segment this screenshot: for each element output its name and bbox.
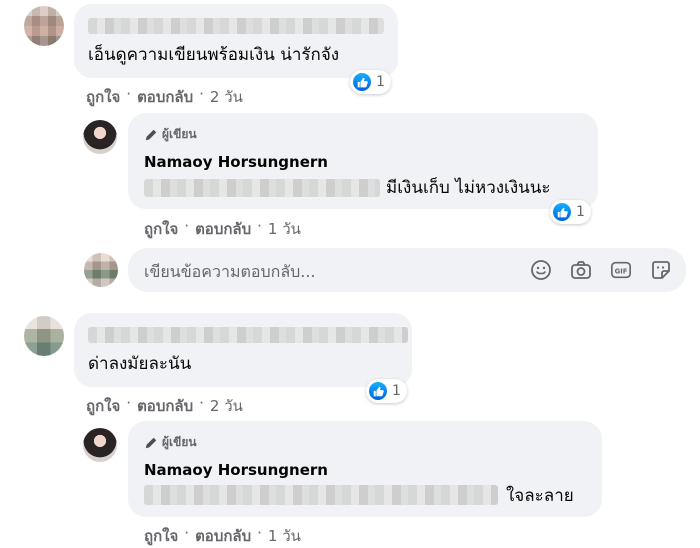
- reaction-count-badge[interactable]: 1: [366, 379, 407, 403]
- separator: ·: [257, 524, 262, 542]
- reply-text: ใจละลาย: [506, 486, 574, 506]
- reply-actions: ถูกใจ · ตอบกลับ · 1 วัน: [144, 217, 301, 241]
- author-badge: ผู้เขียน: [144, 125, 197, 144]
- reply-bubble: ผู้เขียน Namaoy Horsungnern ใจละลาย: [128, 421, 602, 517]
- timestamp[interactable]: 2 วัน: [210, 85, 243, 109]
- reaction-count: 1: [576, 204, 585, 220]
- like-action[interactable]: ถูกใจ: [86, 85, 120, 109]
- reply-action[interactable]: ตอบกลับ: [195, 217, 251, 241]
- like-action[interactable]: ถูกใจ: [144, 524, 178, 548]
- commenter-avatar[interactable]: [24, 316, 64, 356]
- reply-input-box[interactable]: เขียนข้อความตอบกลับ... GIF: [128, 248, 686, 292]
- reply-author-name[interactable]: Namaoy Horsungnern: [144, 461, 328, 480]
- author-badge-label: ผู้เขียน: [162, 127, 197, 141]
- blurred-commenter-name: [88, 18, 384, 34]
- reply-action[interactable]: ตอบกลับ: [137, 85, 193, 109]
- separator: ·: [257, 217, 262, 235]
- camera-icon[interactable]: [570, 259, 592, 281]
- reaction-count-badge[interactable]: 1: [550, 200, 591, 224]
- reply-bubble: ผู้เขียน Namaoy Horsungnern มีเงินเก็บ ไ…: [128, 113, 598, 209]
- separator: ·: [126, 394, 132, 412]
- reaction-count-badge[interactable]: 1: [350, 70, 391, 94]
- svg-text:GIF: GIF: [615, 268, 628, 276]
- pencil-icon: [145, 129, 157, 140]
- author-badge-label: ผู้เขียน: [162, 435, 197, 449]
- comment-bubble: ด่าลงมัยละนัน: [74, 313, 412, 387]
- like-icon: [553, 203, 571, 221]
- reply-author-name[interactable]: Namaoy Horsungnern: [144, 153, 328, 172]
- like-action[interactable]: ถูกใจ: [86, 394, 120, 418]
- comment-actions: ถูกใจ · ตอบกลับ · 2 วัน: [86, 85, 243, 109]
- blurred-tagged-name: [144, 179, 380, 197]
- blurred-commenter-name: [88, 327, 408, 343]
- reply-action[interactable]: ตอบกลับ: [137, 394, 193, 418]
- gif-icon[interactable]: GIF: [610, 259, 632, 281]
- separator: ·: [126, 85, 132, 103]
- comment-text: เอ็นดูความเขียนพร้อมเงิน น่ารักจัง: [88, 45, 340, 65]
- timestamp[interactable]: 2 วัน: [210, 394, 243, 418]
- like-icon: [353, 73, 371, 91]
- commenter-avatar[interactable]: [24, 6, 64, 46]
- author-avatar[interactable]: [83, 428, 117, 462]
- separator: ·: [184, 524, 190, 542]
- comment-bubble: เอ็นดูความเขียนพร้อมเงิน น่ารักจัง: [74, 4, 398, 78]
- author-badge: ผู้เขียน: [144, 433, 197, 452]
- reply-text: มีเงินเก็บ ไม่หวงเงินนะ: [386, 178, 551, 198]
- sticker-icon[interactable]: [650, 259, 672, 281]
- separator: ·: [199, 85, 204, 103]
- reply-input[interactable]: เขียนข้อความตอบกลับ...: [144, 260, 316, 285]
- author-avatar[interactable]: [83, 120, 117, 154]
- separator: ·: [199, 394, 204, 412]
- timestamp[interactable]: 1 วัน: [268, 524, 301, 548]
- emoji-icon[interactable]: [530, 259, 552, 281]
- comment-actions: ถูกใจ · ตอบกลับ · 2 วัน: [86, 394, 243, 418]
- separator: ·: [184, 217, 190, 235]
- like-action[interactable]: ถูกใจ: [144, 217, 178, 241]
- pencil-icon: [145, 437, 157, 448]
- reaction-count: 1: [376, 74, 385, 90]
- timestamp[interactable]: 1 วัน: [268, 217, 301, 241]
- reply-actions: ถูกใจ · ตอบกลับ · 1 วัน: [144, 524, 301, 548]
- comment-text: ด่าลงมัยละนัน: [88, 354, 192, 374]
- blurred-tagged-name: [144, 485, 498, 505]
- current-user-avatar[interactable]: [84, 253, 118, 287]
- like-icon: [369, 382, 387, 400]
- reply-action[interactable]: ตอบกลับ: [195, 524, 251, 548]
- reaction-count: 1: [392, 383, 401, 399]
